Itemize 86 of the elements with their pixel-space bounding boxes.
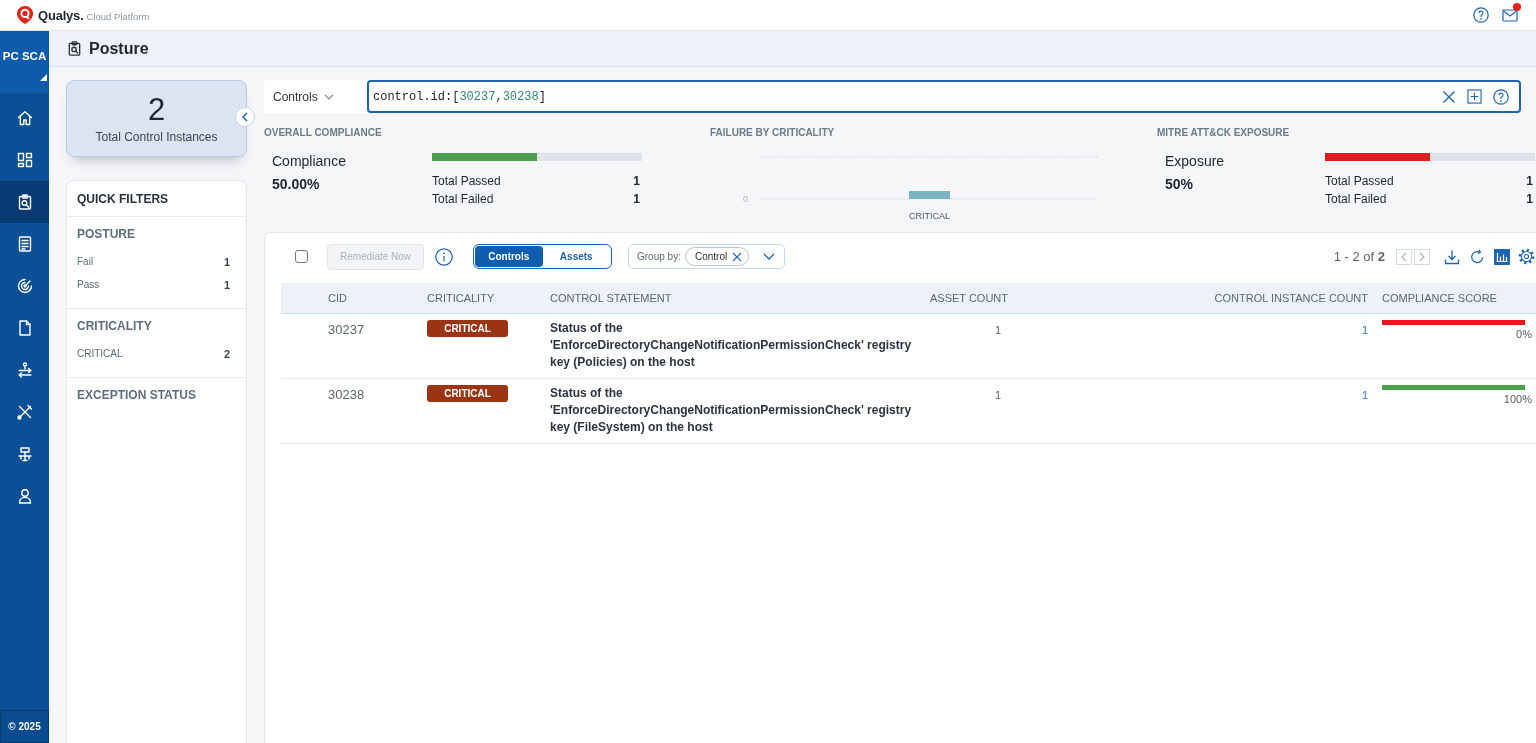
column-header[interactable]: CONTROL STATEMENT bbox=[550, 292, 672, 304]
close-icon[interactable] bbox=[732, 251, 743, 262]
filter-group-title: POSTURE bbox=[77, 227, 136, 241]
table-cell: 1 bbox=[994, 389, 1001, 401]
search-field[interactable]: control.id:[30237,30238] bbox=[367, 80, 1521, 113]
table-cell: 30237 bbox=[328, 322, 365, 337]
help-icon[interactable] bbox=[1473, 7, 1489, 23]
column-header[interactable]: CID bbox=[328, 292, 347, 304]
stat-label: Total Passed bbox=[1325, 173, 1394, 190]
filter-panel-title: QUICK FILTERS bbox=[77, 191, 169, 206]
meter-title: Exposure bbox=[1165, 153, 1225, 169]
chevron-left-icon bbox=[1401, 251, 1407, 262]
filter-option[interactable]: CRITICAL bbox=[77, 348, 123, 359]
app-switcher[interactable]: PC SCA bbox=[0, 31, 49, 93]
table-cell: 1 bbox=[994, 324, 1001, 336]
column-header[interactable]: ASSET COUNT bbox=[930, 292, 1009, 304]
nav-item[interactable] bbox=[0, 181, 49, 223]
chevron-right-icon bbox=[1419, 251, 1425, 262]
criticality-badge: CRITICAL bbox=[427, 385, 508, 402]
corner-triangle-icon bbox=[40, 74, 47, 81]
filter-group-title: CRITICALITY bbox=[77, 319, 153, 333]
radar-icon bbox=[15, 277, 34, 295]
settings-icon[interactable] bbox=[1518, 248, 1535, 265]
meter-title: Compliance bbox=[272, 153, 346, 169]
add-icon[interactable] bbox=[1467, 89, 1482, 104]
summary-count: 2 bbox=[147, 93, 166, 127]
column-header[interactable]: CONTROL INSTANCE COUNT bbox=[1214, 292, 1368, 304]
column-header[interactable]: COMPLIANCE SCORE bbox=[1382, 292, 1497, 304]
brand-name: Qualys. bbox=[38, 7, 84, 23]
score-label: 100% bbox=[1503, 393, 1532, 405]
axis-tick-label: 0 bbox=[743, 194, 748, 204]
logo-icon bbox=[17, 6, 33, 24]
table-cell: 30238 bbox=[328, 387, 365, 402]
group-by-label: Group by: bbox=[637, 251, 681, 262]
stat-value: 1 bbox=[1526, 173, 1534, 190]
chevron-down-icon bbox=[323, 93, 334, 100]
chevron-down-icon[interactable] bbox=[763, 253, 775, 260]
stat-value: 1 bbox=[1526, 191, 1534, 208]
view-tab[interactable]: Assets bbox=[542, 246, 610, 267]
table-cell-text: Status of the 'EnforceDirectoryChangeNotificationPermissionCheck' registry key (Policies) on the host bbox=[550, 320, 913, 371]
meter-value: 50% bbox=[1165, 176, 1194, 192]
stat-value: 1 bbox=[633, 173, 641, 190]
chart-bar bbox=[909, 191, 950, 199]
pagination-text: 1 - 2 of 2 bbox=[1333, 249, 1385, 264]
criticality-badge: CRITICAL bbox=[427, 320, 508, 337]
category-label: CRITICAL bbox=[909, 211, 950, 221]
summary-label: Total Control Instances bbox=[95, 130, 218, 144]
section-heading: MITRE ATT&CK EXPOSURE bbox=[1157, 127, 1291, 139]
table-link[interactable]: 1 bbox=[1361, 324, 1368, 336]
select-all-checkbox[interactable] bbox=[295, 250, 308, 263]
close-icon[interactable] bbox=[1442, 89, 1456, 104]
column-header[interactable]: CRITICALITY bbox=[427, 292, 495, 304]
connector-icon bbox=[15, 361, 34, 379]
info-icon[interactable] bbox=[435, 247, 453, 266]
stat-label: Total Failed bbox=[432, 191, 494, 208]
page-title: Posture bbox=[89, 39, 149, 58]
section-heading: OVERALL COMPLIANCE bbox=[264, 127, 383, 139]
filter-option[interactable]: Fail bbox=[77, 256, 94, 267]
stat-value: 1 bbox=[633, 191, 641, 208]
view-tab[interactable]: Controls bbox=[475, 246, 543, 267]
filter-option[interactable]: Pass bbox=[77, 279, 100, 290]
stat-label: Total Passed bbox=[432, 173, 501, 190]
copyright-text: © 2025 bbox=[0, 710, 49, 743]
filter-count: 2 bbox=[223, 347, 230, 360]
network-icon bbox=[15, 445, 34, 463]
scope-dropdown[interactable]: Controls bbox=[264, 80, 367, 113]
refresh-icon[interactable] bbox=[1469, 247, 1486, 266]
table-cell-text: Status of the 'EnforceDirectoryChangeNotificationPermissionCheck' registry key (FileSystem) on the host bbox=[550, 385, 913, 436]
filter-count: 1 bbox=[223, 255, 230, 268]
mail-icon[interactable] bbox=[1502, 8, 1518, 22]
tools-icon bbox=[15, 403, 34, 421]
grid-icon bbox=[15, 151, 34, 169]
bar-chart-icon[interactable] bbox=[1494, 248, 1510, 265]
group-by-field[interactable]: Group by: Control bbox=[628, 244, 785, 269]
home-icon bbox=[15, 109, 34, 127]
filter-group-title: EXCEPTION STATUS bbox=[77, 388, 197, 402]
filter-count: 1 bbox=[223, 278, 230, 291]
section-heading: FAILURE BY CRITICALITY bbox=[710, 127, 836, 139]
table-link[interactable]: 1 bbox=[1361, 389, 1368, 401]
product-name: Cloud Platform bbox=[86, 10, 150, 22]
help-icon[interactable] bbox=[1493, 88, 1509, 105]
clipboard-icon bbox=[66, 40, 83, 57]
meter-value: 50.00% bbox=[272, 176, 320, 192]
chevron-left-icon bbox=[242, 112, 248, 122]
score-label: 0% bbox=[1516, 328, 1532, 340]
stat-label: Total Failed bbox=[1325, 191, 1387, 208]
